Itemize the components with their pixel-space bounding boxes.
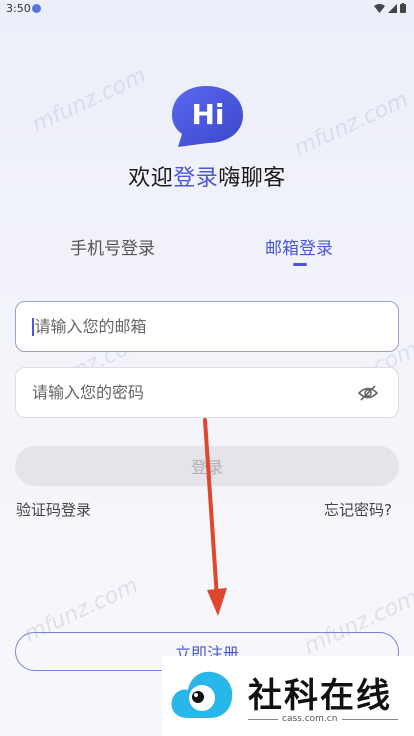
active-tab-indicator: [293, 263, 307, 266]
watermark-text: mfunz.com: [290, 87, 413, 162]
status-time: 3:50: [6, 2, 31, 15]
battery-icon: [400, 3, 406, 13]
welcome-title: 欢迎登录嗨聊客: [0, 160, 414, 192]
site-watermark-logo: 社科在线 cass.com.cn: [162, 656, 414, 736]
site-watermark-title: 社科在线: [248, 676, 392, 716]
app-logo: Hi: [170, 84, 245, 149]
welcome-suffix: 嗨聊客: [218, 166, 286, 191]
site-watermark-domain: cass.com.cn: [282, 714, 338, 724]
password-field[interactable]: [15, 367, 399, 418]
notification-app-icon: [32, 4, 41, 13]
code-login-link[interactable]: 验证码登录: [16, 499, 91, 520]
watermark-text: mfunz.com: [28, 63, 151, 138]
tab-phone-login[interactable]: 手机号登录: [70, 234, 155, 259]
eye-hidden-icon[interactable]: [358, 384, 378, 402]
chat-bubble-logo-icon: Hi: [172, 86, 243, 147]
email-field[interactable]: [15, 301, 399, 352]
logo-text: Hi: [191, 98, 224, 131]
forgot-password-link[interactable]: 忘记密码?: [324, 499, 392, 520]
divider: [248, 719, 278, 720]
text-caret: [32, 317, 34, 336]
tab-email-login[interactable]: 邮箱登录: [265, 234, 333, 259]
wifi-icon: [374, 3, 385, 13]
welcome-prefix: 欢迎: [128, 166, 174, 191]
email-input[interactable]: [34, 302, 382, 351]
signal-icon: [388, 3, 397, 13]
password-input[interactable]: [32, 368, 382, 417]
red-arrow-annotation: [203, 418, 227, 616]
status-icons: [374, 3, 406, 13]
welcome-accent: 登录: [173, 166, 219, 191]
divider: [342, 719, 398, 720]
status-bar: 3:50: [0, 0, 414, 18]
cloud-eye-logo-icon: [171, 671, 233, 718]
